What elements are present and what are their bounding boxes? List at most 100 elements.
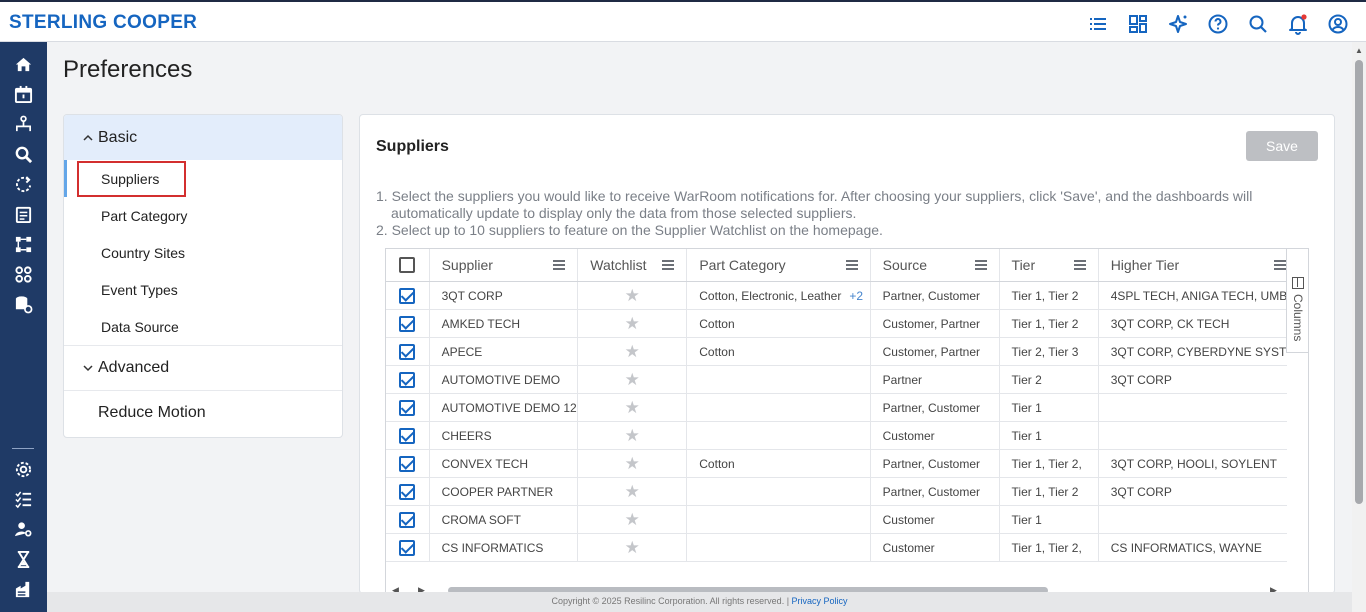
row-checkbox[interactable] (399, 483, 416, 500)
checklist-icon[interactable] (12, 488, 35, 511)
table-row[interactable]: CS INFORMATICS ★ Customer Tier 1, Tier 2… (386, 534, 1287, 562)
row-checkbox[interactable] (399, 539, 416, 556)
hourglass-icon[interactable] (12, 548, 35, 571)
star-icon[interactable]: ★ (625, 314, 640, 334)
table-row[interactable]: CONVEX TECH ★ Cotton Partner, Customer T… (386, 450, 1287, 478)
column-menu-icon[interactable] (1273, 260, 1286, 270)
table-row[interactable]: AUTOMOTIVE DEMO ★ Partner Tier 2 3QT COR… (386, 366, 1287, 394)
scroll-up-icon[interactable]: ▲ (1355, 46, 1363, 55)
table-row[interactable]: 3QT CORP ★ Cotton, Electronic, Leather +2… (386, 282, 1287, 310)
column-menu-icon[interactable] (974, 260, 987, 270)
select-all-cell (386, 249, 430, 281)
higher-tier-cell: 3QT CORP, HOOLI, SOYLENT (1110, 456, 1277, 471)
nav-item-label: Event Types (101, 281, 178, 298)
privacy-policy-link[interactable]: Privacy Policy (792, 596, 848, 606)
star-icon[interactable]: ★ (625, 454, 640, 474)
factory-icon[interactable] (12, 578, 35, 601)
section-basic[interactable]: Basic (64, 115, 342, 160)
column-menu-icon[interactable] (845, 260, 858, 270)
header-label: Tier (1011, 257, 1036, 273)
watchlist-cell: ★ (578, 338, 688, 365)
table-row[interactable]: AUTOMOTIVE DEMO 12 ★ Partner, Customer T… (386, 394, 1287, 422)
more-count-badge[interactable]: +2 (849, 289, 863, 303)
refresh-cycle-icon[interactable] (12, 173, 35, 196)
header-part-category[interactable]: Part Category (687, 249, 871, 281)
columns-panel-tab[interactable]: Columns (1286, 249, 1308, 353)
column-menu-icon[interactable] (662, 260, 675, 270)
star-icon[interactable]: ★ (625, 342, 640, 362)
star-icon[interactable]: ★ (625, 482, 640, 502)
star-icon[interactable]: ★ (625, 286, 640, 306)
user-settings-icon[interactable] (12, 518, 35, 541)
nav-item-event-types[interactable]: Event Types (64, 271, 342, 308)
section-advanced[interactable]: Advanced (64, 345, 342, 390)
source-cell: Partner, Customer (871, 394, 1000, 421)
nav-item-country-sites[interactable]: Country Sites (64, 234, 342, 271)
notification-bell-icon[interactable] (1278, 10, 1318, 38)
higher-tier-cell: 3QT CORP, CYBERDYNE SYSTE... (1110, 344, 1287, 359)
settings-gear-icon[interactable] (12, 458, 35, 481)
header-label: Watchlist (590, 257, 647, 273)
database-settings-icon[interactable] (12, 293, 35, 316)
nav-item-data-source[interactable]: Data Source (64, 308, 342, 345)
row-checkbox[interactable] (399, 315, 416, 332)
tier-cell: Tier 1 (1000, 394, 1099, 421)
nav-item-suppliers[interactable]: Suppliers (64, 160, 342, 197)
row-checkbox[interactable] (399, 455, 416, 472)
page-vertical-scrollbar[interactable]: ▲ (1352, 42, 1366, 612)
list-icon[interactable] (1078, 10, 1118, 38)
help-icon[interactable] (1198, 10, 1238, 38)
home-icon[interactable] (12, 53, 35, 76)
clipboard-icon[interactable] (12, 203, 35, 226)
app-logo[interactable]: STERLING COOPER (9, 12, 197, 34)
higher-tier-cell: 3QT CORP, CK TECH (1110, 316, 1230, 331)
table-row[interactable]: CHEERS ★ Customer Tier 1 (386, 422, 1287, 450)
calendar-alert-icon[interactable] (12, 83, 35, 106)
supplier-cell: AMKED TECH (430, 310, 579, 337)
section-reduce-motion[interactable]: Reduce Motion (64, 390, 342, 435)
apps-icon[interactable] (12, 263, 35, 286)
star-icon[interactable]: ★ (625, 398, 640, 418)
flow-network-icon[interactable] (12, 233, 35, 256)
star-icon[interactable]: ★ (625, 510, 640, 530)
search-icon[interactable] (1238, 10, 1278, 38)
column-menu-icon[interactable] (1073, 260, 1086, 270)
tier-cell: Tier 1, Tier 2, (1000, 450, 1099, 477)
save-button[interactable]: Save (1246, 131, 1318, 161)
sparkle-icon[interactable] (1158, 10, 1198, 38)
header-higher-tier[interactable]: Higher Tier (1099, 249, 1287, 281)
nav-item-part-category[interactable]: Part Category (64, 197, 342, 234)
column-menu-icon[interactable] (553, 260, 566, 270)
star-icon[interactable]: ★ (625, 426, 640, 446)
table-row[interactable]: AMKED TECH ★ Cotton Customer, Partner Ti… (386, 310, 1287, 338)
section-advanced-label: Advanced (98, 359, 170, 376)
source-cell: Partner, Customer (871, 478, 1000, 505)
hierarchy-icon[interactable] (12, 113, 35, 136)
row-checkbox[interactable] (399, 343, 416, 360)
supplier-cell: CROMA SOFT (430, 506, 579, 533)
supplier-cell: 3QT CORP (430, 282, 579, 309)
search-analytics-icon[interactable] (12, 143, 35, 166)
user-account-icon[interactable] (1318, 10, 1358, 38)
part-category-cell (687, 506, 871, 533)
page-scrollbar-thumb[interactable] (1355, 60, 1363, 504)
header-icons (1078, 10, 1358, 38)
table-row[interactable]: COOPER PARTNER ★ Partner, Customer Tier … (386, 478, 1287, 506)
table-row[interactable]: CROMA SOFT ★ Customer Tier 1 (386, 506, 1287, 534)
star-icon[interactable]: ★ (625, 370, 640, 390)
dashboard-icon[interactable] (1118, 10, 1158, 38)
header-watchlist[interactable]: Watchlist (578, 249, 688, 281)
row-checkbox[interactable] (399, 511, 416, 528)
row-checkbox[interactable] (399, 399, 416, 416)
header-tier[interactable]: Tier (1000, 249, 1099, 281)
row-checkbox[interactable] (399, 371, 416, 388)
row-checkbox[interactable] (399, 427, 416, 444)
row-checkbox-cell (386, 366, 430, 393)
table-row[interactable]: APECE ★ Cotton Customer, Partner Tier 2,… (386, 338, 1287, 366)
instruction-item: 1. Select the suppliers you would like t… (376, 188, 1253, 221)
header-supplier[interactable]: Supplier (430, 249, 579, 281)
row-checkbox[interactable] (399, 287, 416, 304)
star-icon[interactable]: ★ (625, 538, 640, 558)
header-source[interactable]: Source (871, 249, 1000, 281)
select-all-checkbox[interactable] (399, 257, 416, 273)
